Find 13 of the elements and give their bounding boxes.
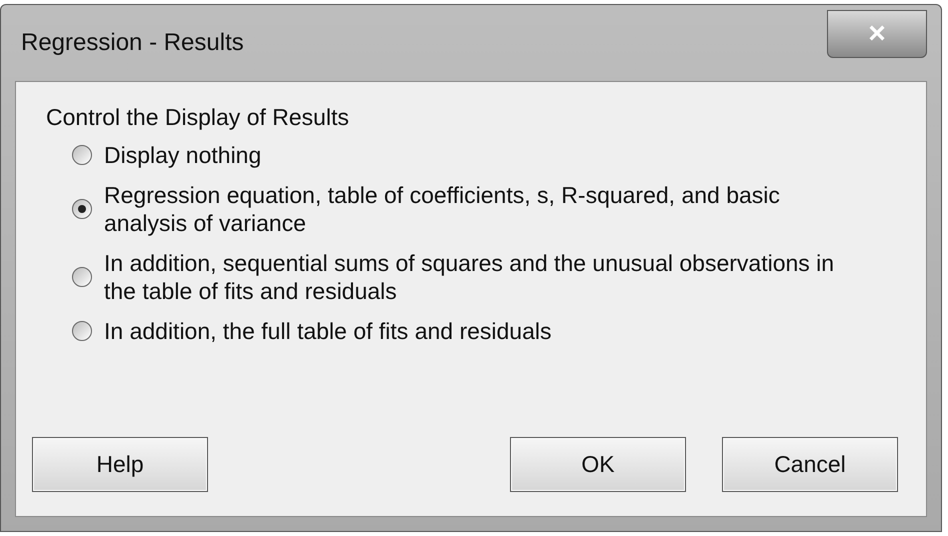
- radio-button[interactable]: [72, 198, 92, 218]
- option-label: In addition, the full table of fits and residuals: [104, 316, 552, 344]
- option-label: In addition, sequential sums of squares and the unusual observations in the table of fits and residuals: [104, 248, 836, 304]
- dialog-button[interactable]: OK: [510, 437, 686, 492]
- window-title: Regression - Results: [21, 28, 244, 58]
- radio-button[interactable]: [72, 144, 92, 164]
- option-label: Display nothing: [104, 140, 262, 168]
- option-label: Regression equation, table of coefficients, s, R-squared, and basic analysis of variance: [104, 180, 781, 236]
- dialog-button[interactable]: Cancel: [722, 437, 898, 492]
- radio-button[interactable]: [72, 266, 92, 286]
- group-label: Control the Display of Results: [46, 103, 350, 132]
- dialog-button[interactable]: Help: [32, 437, 208, 492]
- radio-button[interactable]: [72, 320, 92, 340]
